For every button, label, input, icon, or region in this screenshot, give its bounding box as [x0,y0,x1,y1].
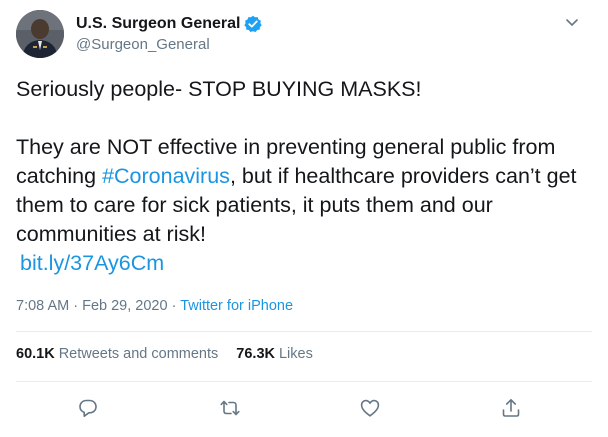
hashtag-link[interactable]: #Coronavirus [102,164,230,188]
display-name-row: U.S. Surgeon General [76,13,263,35]
avatar[interactable] [16,10,64,58]
retweets-label: Retweets and comments [58,346,219,362]
share-icon [500,397,522,419]
meta-separator: · [167,298,181,314]
handle[interactable]: @Surgeon_General [76,36,262,53]
tweet-meta: 7:08 AM · Feb 29, 2020 · Twitter for iPh… [16,298,293,314]
tweet-source-link[interactable]: Twitter for iPhone [180,298,293,314]
like-button[interactable] [356,394,384,422]
chevron-down-icon[interactable] [562,12,582,32]
tweet-stats: 60.1K Retweets and comments 76.3K Likes [16,346,313,362]
reply-button[interactable] [74,394,102,422]
likes-label: Likes [278,346,313,362]
heart-icon [359,397,381,419]
tweet-text: Seriously people- STOP BUYING MASKS! The… [16,75,594,278]
divider [16,381,592,382]
retweets-stat[interactable]: 60.1K Retweets and comments [16,346,218,362]
tweet-actions [0,394,608,422]
display-name[interactable]: U.S. Surgeon General [76,15,240,33]
short-url-link[interactable]: bit.ly/37Ay6Cm [20,251,164,275]
meta-separator: · [69,298,83,314]
tweet-card: U.S. Surgeon General @Surgeon_General Se… [0,0,608,437]
tweet-date[interactable]: Feb 29, 2020 [82,298,167,314]
share-button[interactable] [497,394,525,422]
tweet-header: U.S. Surgeon General @Surgeon_General [16,10,592,58]
tweet-link-line: bit.ly/37Ay6Cm [16,249,594,278]
tweet-text-paragraph-2: They are NOT effective in preventing gen… [16,133,594,249]
likes-count: 76.3K [236,346,275,362]
tweet-text-line-1: Seriously people- STOP BUYING MASKS! [16,77,422,101]
retweets-count: 60.1K [16,346,55,362]
author-names: U.S. Surgeon General @Surgeon_General [76,13,263,53]
likes-stat[interactable]: 76.3K Likes [236,346,313,362]
reply-icon [77,397,99,419]
verified-badge-icon [244,15,263,33]
divider [16,331,592,332]
retweet-button[interactable] [216,394,244,422]
retweet-icon [219,397,241,419]
tweet-time[interactable]: 7:08 AM [16,298,69,314]
